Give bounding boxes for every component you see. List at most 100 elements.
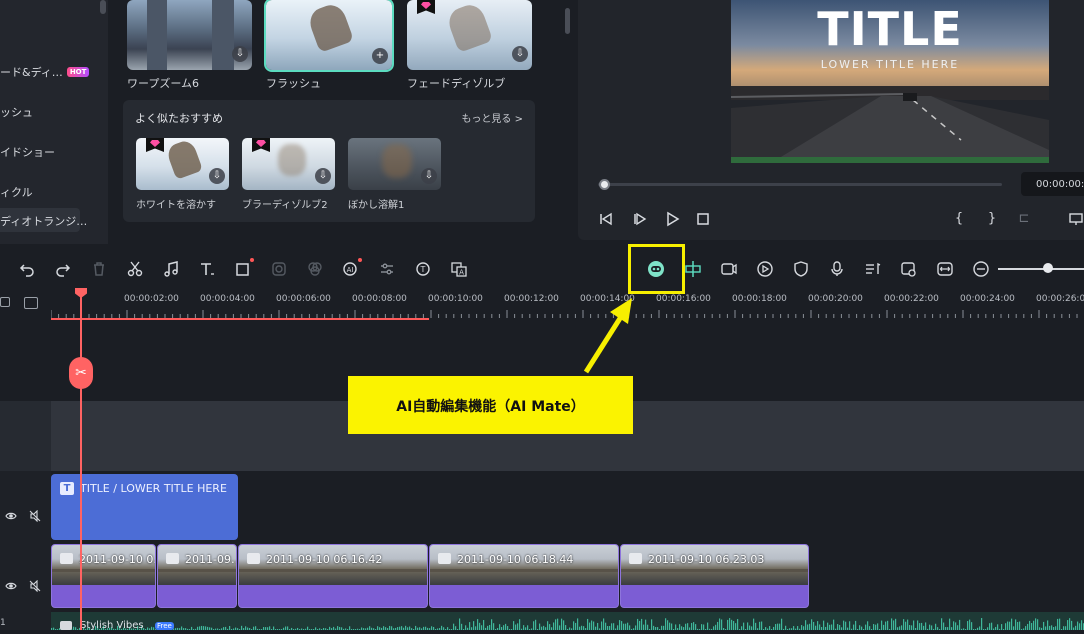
shield-icon[interactable] xyxy=(792,260,810,278)
svg-text:A: A xyxy=(459,269,464,277)
download-icon[interactable]: ⇩ xyxy=(232,46,248,62)
effect-thumb-warp-zoom[interactable]: ⇩ xyxy=(127,0,252,70)
sidebar-item-label: ード&ディ… xyxy=(0,66,63,79)
video-clip-label: 2011-09-10 06.23.03 xyxy=(648,553,765,566)
annotation-callout: AI自動編集機能（AI Mate） xyxy=(348,376,633,434)
playback-progress-bar[interactable] xyxy=(598,183,1002,186)
preview-lower-title-text: LOWER TITLE HERE xyxy=(820,58,960,71)
add-track-icon[interactable] xyxy=(0,297,10,307)
playback-progress-knob[interactable] xyxy=(599,179,610,190)
svg-text:AI: AI xyxy=(347,266,354,274)
video-clip[interactable]: 2011-09-10 06.23.03 xyxy=(620,544,809,608)
effect-thumb-fade-dissolve[interactable]: ⇩ xyxy=(407,0,532,70)
effect-label: ワープズーム6 xyxy=(127,77,200,90)
adjust-icon[interactable] xyxy=(378,260,396,278)
video-clip[interactable]: 2011-09-10 0… xyxy=(51,544,156,608)
premium-gem-icon xyxy=(146,138,164,152)
free-badge: Free xyxy=(155,622,174,630)
sidebar-item-dolly[interactable]: ード&ディ… HOT xyxy=(0,64,90,80)
audio-clip[interactable] xyxy=(51,612,1084,630)
speed-icon[interactable]: T xyxy=(414,260,432,278)
sidebar-scrollbar[interactable] xyxy=(100,0,106,14)
ruler-label: 00:00:12:00 xyxy=(504,294,559,304)
ai-video-icon[interactable] xyxy=(720,260,738,278)
transitions-sidebar: ード&ディ… HOT ッシュ イドショー ィクル ディオトランジ… xyxy=(0,0,108,244)
mic-icon[interactable] xyxy=(828,260,846,278)
annotation-callout-text: AI自動編集機能（AI Mate） xyxy=(396,399,585,415)
playhead[interactable] xyxy=(80,296,82,630)
effect-thumb-flash[interactable]: + xyxy=(264,0,394,72)
ruler-label: 00:00:04:00 xyxy=(200,294,255,304)
ruler-label: 00:00:22:00 xyxy=(884,294,939,304)
edit-toolbar: AI T A xyxy=(0,250,1084,288)
next-frame-icon[interactable] xyxy=(632,211,648,227)
display-icon[interactable] xyxy=(1068,211,1084,227)
sidebar-item-slideshow[interactable]: イドショー xyxy=(0,144,55,160)
mark-out-icon[interactable]: } xyxy=(984,211,1000,227)
prev-frame-icon[interactable] xyxy=(598,211,614,227)
fit-icon[interactable] xyxy=(936,260,954,278)
video-audio-icon[interactable] xyxy=(900,260,918,278)
mask-icon[interactable] xyxy=(270,260,288,278)
speaker-off-icon[interactable] xyxy=(29,509,41,523)
delete-icon[interactable] xyxy=(90,260,108,278)
ai-effect-icon[interactable]: AI xyxy=(342,258,362,278)
redo-icon[interactable] xyxy=(54,260,72,278)
zoom-slider-knob[interactable] xyxy=(1043,263,1053,273)
recommend-thumb-blur-melt[interactable]: ⇩ xyxy=(348,138,441,190)
image-icon xyxy=(438,553,451,564)
video-clip-label: 2011-09… xyxy=(185,553,237,566)
zoom-out-icon[interactable] xyxy=(972,260,990,278)
music-list-icon[interactable] xyxy=(864,260,882,278)
eye-icon[interactable] xyxy=(5,580,17,592)
ruler-label: 00:00:02:00 xyxy=(124,294,179,304)
audio-waveform xyxy=(51,618,1084,630)
ai-snap-icon[interactable] xyxy=(684,260,702,278)
svg-text:T: T xyxy=(420,265,426,274)
download-icon[interactable]: ⇩ xyxy=(512,46,528,62)
mark-in-icon[interactable]: { xyxy=(951,211,967,227)
split-scissors-icon[interactable]: ✂ xyxy=(69,357,93,389)
play-icon[interactable] xyxy=(664,211,680,227)
recommend-label: ホワイトを溶かす xyxy=(136,200,216,211)
snapshot-menu-icon[interactable]: ⊏ xyxy=(1016,211,1032,227)
video-clip-label: 2011-09-10 06.16.42 xyxy=(266,553,383,566)
image-icon xyxy=(629,553,642,564)
play-circle-icon[interactable] xyxy=(756,260,774,278)
recommend-thumb-white-melt[interactable]: ⇩ xyxy=(136,138,229,190)
recommend-label: ブラーディゾルブ2 xyxy=(242,200,328,211)
undo-icon[interactable] xyxy=(18,260,36,278)
image-icon xyxy=(60,553,73,564)
download-icon[interactable]: ⇩ xyxy=(209,168,225,184)
add-icon[interactable]: + xyxy=(372,48,388,64)
ruler-label: 00:00:18:00 xyxy=(732,294,787,304)
effects-scrollbar[interactable] xyxy=(565,8,570,34)
sidebar-item-audio-transition[interactable]: ディオトランジ… xyxy=(0,213,87,229)
text-icon[interactable] xyxy=(198,260,216,278)
recommend-thumb-blur-dissolve[interactable]: ⇩ xyxy=(242,138,335,190)
zoom-slider[interactable] xyxy=(998,268,1084,270)
ruler-label: 00:00:20:00 xyxy=(808,294,863,304)
recommendation-title: よく似たおすすめ xyxy=(135,112,223,125)
stop-icon[interactable] xyxy=(695,211,711,227)
color-icon[interactable] xyxy=(306,260,324,278)
video-clip[interactable]: 2011-09-10 06.16.42 xyxy=(238,544,428,608)
image-icon xyxy=(166,553,179,564)
see-more-link[interactable]: もっと見る > xyxy=(461,110,523,125)
download-icon[interactable]: ⇩ xyxy=(421,168,437,184)
title-clip-label: TITLE / LOWER TITLE HERE xyxy=(80,482,227,495)
preview-title-text: TITLE xyxy=(817,2,963,56)
video-clip[interactable]: 2011-09-10 06.18.44 xyxy=(429,544,619,608)
crop-icon[interactable] xyxy=(234,258,254,278)
video-preview: TITLE LOWER TITLE HERE xyxy=(731,0,1049,163)
eye-icon[interactable] xyxy=(5,510,17,522)
video-clip[interactable]: 2011-09… xyxy=(157,544,237,608)
track-manager-icon[interactable] xyxy=(24,297,38,309)
download-icon[interactable]: ⇩ xyxy=(315,168,331,184)
speaker-off-icon[interactable] xyxy=(29,579,41,593)
translate-icon[interactable]: A xyxy=(450,260,468,278)
music-icon[interactable] xyxy=(162,260,180,278)
sidebar-item-flash[interactable]: ッシュ xyxy=(0,104,33,120)
scissors-icon[interactable] xyxy=(126,260,144,278)
sidebar-item-particle[interactable]: ィクル xyxy=(0,184,33,200)
